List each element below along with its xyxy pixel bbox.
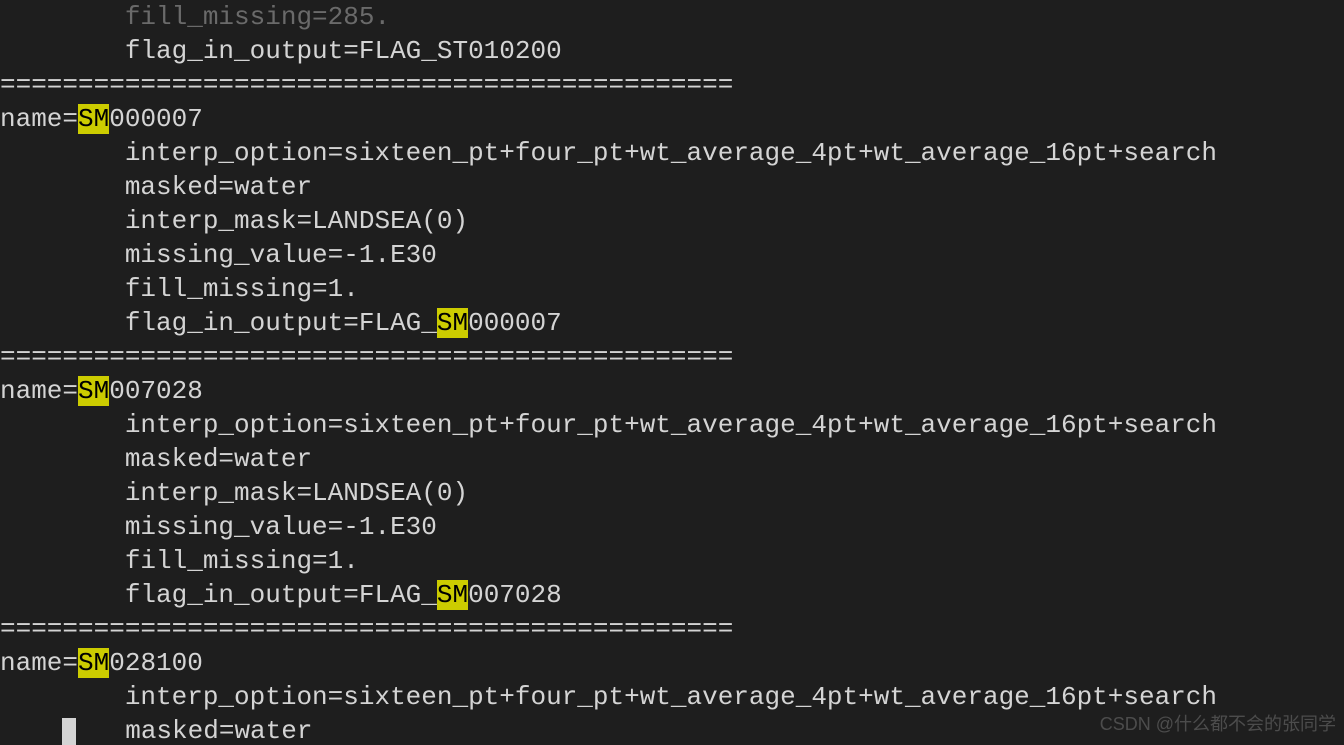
code-line: interp_mask=LANDSEA(0): [0, 478, 468, 508]
name-line: name=SM000007: [0, 104, 203, 134]
flag-suffix: 007028: [468, 580, 562, 610]
name-suffix: 007028: [109, 376, 203, 406]
name-suffix: 028100: [109, 648, 203, 678]
code-line: fill_missing=285.: [0, 2, 390, 32]
flag-line: flag_in_output=FLAG_SM000007: [0, 308, 562, 338]
code-line: missing_value=-1.E30: [0, 512, 437, 542]
highlight-sm: SM: [78, 104, 109, 134]
indent: [0, 716, 62, 745]
highlight-sm: SM: [437, 308, 468, 338]
code-line: masked=water: [0, 444, 312, 474]
flag-prefix: flag_in_output=FLAG_: [0, 308, 437, 338]
code-line: interp_mask=LANDSEA(0): [0, 206, 468, 236]
separator-line: ========================================…: [0, 614, 733, 644]
highlight-sm: SM: [437, 580, 468, 610]
separator-line: ========================================…: [0, 70, 733, 100]
name-prefix: name=: [0, 376, 78, 406]
code-line: interp_option=sixteen_pt+four_pt+wt_aver…: [0, 682, 1217, 712]
code-line: fill_missing=1.: [0, 546, 359, 576]
cursor-line: masked=water: [0, 716, 312, 745]
flag-line: flag_in_output=FLAG_SM007028: [0, 580, 562, 610]
code-text: masked=water: [78, 716, 312, 745]
name-prefix: name=: [0, 104, 78, 134]
watermark-text: CSDN @什么都不会的张同学: [1100, 707, 1336, 741]
code-line: interp_option=sixteen_pt+four_pt+wt_aver…: [0, 410, 1217, 440]
code-line: missing_value=-1.E30: [0, 240, 437, 270]
name-line: name=SM007028: [0, 376, 203, 406]
terminal-output[interactable]: fill_missing=285. flag_in_output=FLAG_ST…: [0, 0, 1344, 745]
code-line: interp_option=sixteen_pt+four_pt+wt_aver…: [0, 138, 1217, 168]
name-prefix: name=: [0, 648, 78, 678]
highlight-sm: SM: [78, 376, 109, 406]
code-line: flag_in_output=FLAG_ST010200: [0, 36, 562, 66]
highlight-sm: SM: [78, 648, 109, 678]
code-line: fill_missing=1.: [0, 274, 359, 304]
code-line: masked=water: [0, 172, 312, 202]
terminal-cursor: [62, 718, 76, 745]
name-suffix: 000007: [109, 104, 203, 134]
separator-line: ========================================…: [0, 342, 733, 372]
flag-suffix: 000007: [468, 308, 562, 338]
name-line: name=SM028100: [0, 648, 203, 678]
flag-prefix: flag_in_output=FLAG_: [0, 580, 437, 610]
